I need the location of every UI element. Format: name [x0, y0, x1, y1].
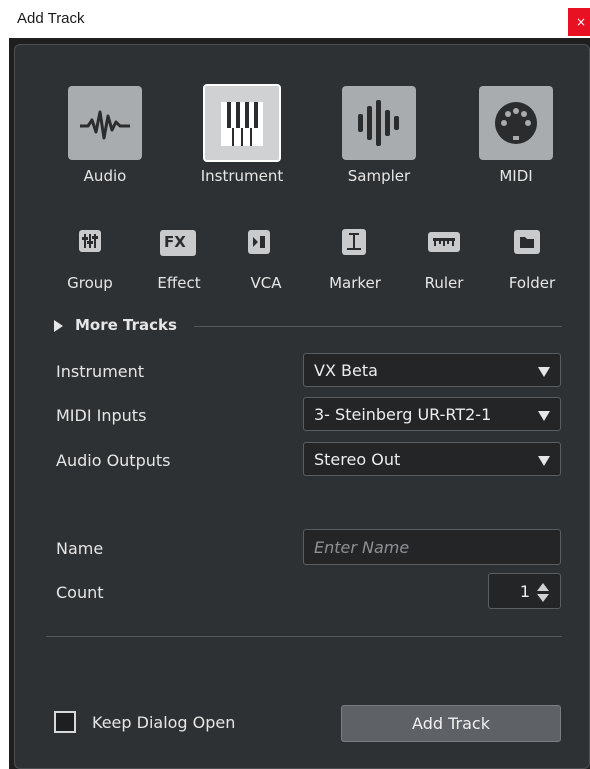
midi-inputs-dropdown[interactable]: 3- Steinberg UR-RT2-1 [303, 397, 561, 431]
expand-triangle-right-icon[interactable] [54, 320, 63, 332]
track-type-midi-label: MIDI [499, 167, 533, 185]
count-value: 1 [519, 582, 530, 601]
midi-din-icon [479, 86, 553, 160]
instrument-dropdown[interactable]: VX Beta [303, 353, 561, 387]
keep-dialog-open-checkbox[interactable] [54, 711, 76, 733]
count-label: Count [56, 583, 104, 602]
sampler-bars-icon [342, 86, 416, 160]
piano-keys-icon [203, 84, 281, 162]
track-type-folder-label: Folder [508, 274, 556, 292]
track-type-instrument-label: Instrument [200, 167, 284, 185]
footer-divider [46, 636, 562, 637]
track-type-sampler-label: Sampler [347, 167, 411, 185]
group-faders-icon [79, 230, 101, 252]
chevron-down-icon [538, 411, 550, 421]
name-label: Name [56, 539, 104, 558]
add-track-button[interactable]: Add Track [341, 705, 561, 742]
more-tracks-divider [194, 326, 562, 327]
track-type-effect-label: Effect [157, 274, 201, 292]
audio-outputs-label: Audio Outputs [56, 451, 171, 470]
audio-outputs-value: Stereo Out [314, 450, 401, 469]
midi-inputs-label: MIDI Inputs [56, 406, 147, 425]
audio-waveform-icon [68, 86, 142, 160]
increment-arrow-icon[interactable] [537, 583, 549, 591]
title-bar: Add Track × [0, 0, 590, 38]
folder-icon [514, 230, 540, 254]
midi-inputs-value: 3- Steinberg UR-RT2-1 [314, 405, 492, 424]
track-type-vca-label: VCA [250, 274, 282, 292]
chevron-down-icon [538, 456, 550, 466]
fx-icon: FX [160, 230, 196, 256]
decrement-arrow-icon[interactable] [537, 594, 549, 602]
track-type-ruler-label: Ruler [424, 274, 464, 292]
track-type-group-label: Group [67, 274, 113, 292]
more-tracks-toggle[interactable]: More Tracks [75, 316, 177, 334]
track-type-marker-label: Marker [329, 274, 381, 292]
audio-outputs-dropdown[interactable]: Stereo Out [303, 442, 561, 476]
fx-glyph: FX [164, 233, 186, 251]
window-title: Add Track [17, 10, 85, 27]
ruler-icon [428, 232, 460, 252]
name-field[interactable] [303, 529, 561, 565]
close-button[interactable]: × [568, 8, 590, 36]
instrument-label: Instrument [56, 362, 145, 381]
count-stepper[interactable]: 1 [488, 573, 561, 609]
marker-icon [342, 229, 366, 255]
track-type-audio-label: Audio [83, 167, 127, 185]
keep-dialog-open-label[interactable]: Keep Dialog Open [92, 713, 235, 732]
chevron-down-icon [538, 367, 550, 377]
vca-icon [248, 230, 270, 254]
instrument-value: VX Beta [314, 361, 378, 380]
